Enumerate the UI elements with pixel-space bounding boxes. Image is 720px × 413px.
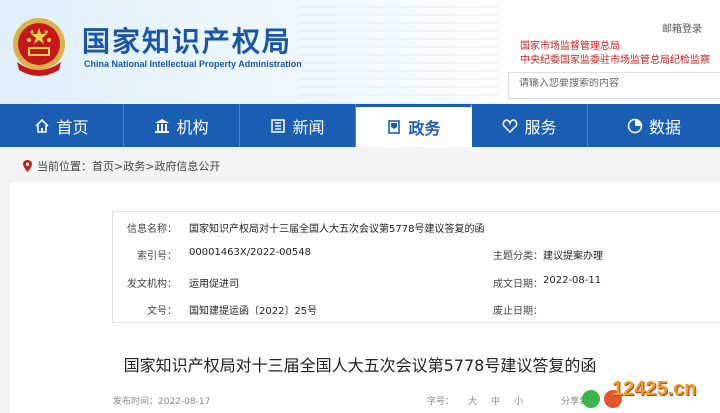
header-decoration (300, 0, 500, 104)
breadcrumb-current[interactable]: 政府信息公开 (154, 158, 220, 174)
nav-item-service[interactable]: 服务 (472, 104, 588, 147)
info-issuer-label: 发文机构： (127, 279, 177, 290)
nav-label: 服务 (524, 117, 557, 137)
data-icon (627, 118, 643, 133)
watermark-logo: 12425.cn (612, 378, 697, 400)
institution-icon (155, 118, 170, 133)
nav-item-institution[interactable]: 机构 (124, 104, 240, 147)
info-date-label: 成文日期： (493, 279, 543, 290)
breadcrumb: 当前位置： 首页 > 政务 > 政府信息公开 (22, 158, 220, 174)
font-large-button[interactable]: 大 (468, 394, 477, 407)
article-title: 国家知识产权局对十三届全国人大五次会议第5778号建议答复的函 (123, 356, 597, 375)
news-icon (271, 118, 286, 133)
nav-label: 机构 (176, 117, 209, 137)
info-topic-value: 建议提案办理 (543, 251, 603, 262)
site-header: 国家知识产权局 China National Intellectual Prop… (0, 0, 720, 104)
info-issuer-value: 运用促进司 (189, 279, 239, 290)
breadcrumb-home[interactable]: 首页 (92, 158, 114, 174)
search-input[interactable] (519, 78, 709, 89)
service-icon (503, 118, 518, 133)
info-index-value: 00001463X/2022-00548 (189, 247, 311, 258)
nav-item-government[interactable]: 政务 (356, 104, 472, 147)
nav-label: 首页 (56, 117, 89, 137)
font-size-controls: 字号： 大 中 小 分享到： (427, 394, 597, 407)
breadcrumb-prefix: 当前位置： (37, 160, 92, 173)
nav-item-news[interactable]: 新闻 (240, 104, 356, 147)
document-info-table: 信息名称： 国家知识产权局对十三届全国人大五次会议第5778号建议答复的函 索引… (112, 211, 720, 323)
discipline-link[interactable]: 中央纪委国家监委驻市场监管总局纪检监察 (520, 51, 710, 66)
site-title: 国家知识产权局 (82, 25, 293, 58)
info-expire-label: 废止日期： (493, 306, 543, 317)
font-medium-button[interactable]: 中 (491, 394, 500, 407)
nav-label: 政务 (408, 119, 441, 138)
home-icon (35, 118, 50, 133)
info-docno-value: 国知建提运函〔2022〕25号 (189, 306, 318, 317)
info-name-value: 国家知识产权局对十三届全国人大五次会议第5778号建议答复的函 (189, 224, 485, 235)
font-size-label: 字号： (427, 397, 455, 407)
nav-label: 新闻 (292, 117, 325, 137)
nav-label: 数据 (648, 117, 681, 137)
mail-login-link[interactable]: 邮箱登录 (662, 20, 702, 35)
main-nav: 首页 机构 新闻 政务 服务 数据 (0, 104, 720, 147)
search-box (508, 72, 720, 99)
font-small-button[interactable]: 小 (514, 394, 523, 407)
government-icon (388, 120, 401, 134)
info-date-value: 2022-08-11 (543, 275, 602, 286)
breadcrumb-separator: > (145, 159, 155, 173)
nav-item-home[interactable]: 首页 (0, 104, 124, 147)
info-docno-label: 文号： (147, 306, 177, 317)
info-index-label: 索引号： (137, 251, 177, 262)
wechat-share-icon[interactable] (582, 390, 600, 408)
publish-date: 发布时间：2022-08-17 (113, 397, 211, 407)
info-topic-label: 主题分类： (493, 251, 543, 262)
nav-item-data[interactable]: 数据 (588, 104, 720, 147)
national-emblem-icon[interactable] (11, 16, 67, 78)
info-name-label: 信息名称： (127, 224, 177, 235)
location-pin-icon (23, 160, 32, 172)
site-subtitle: China National Intellectual Property Adm… (84, 59, 302, 69)
breadcrumb-separator: > (114, 159, 124, 173)
samr-link[interactable]: 国家市场监督管理总局 (520, 37, 620, 52)
breadcrumb-section[interactable]: 政务 (123, 158, 145, 174)
